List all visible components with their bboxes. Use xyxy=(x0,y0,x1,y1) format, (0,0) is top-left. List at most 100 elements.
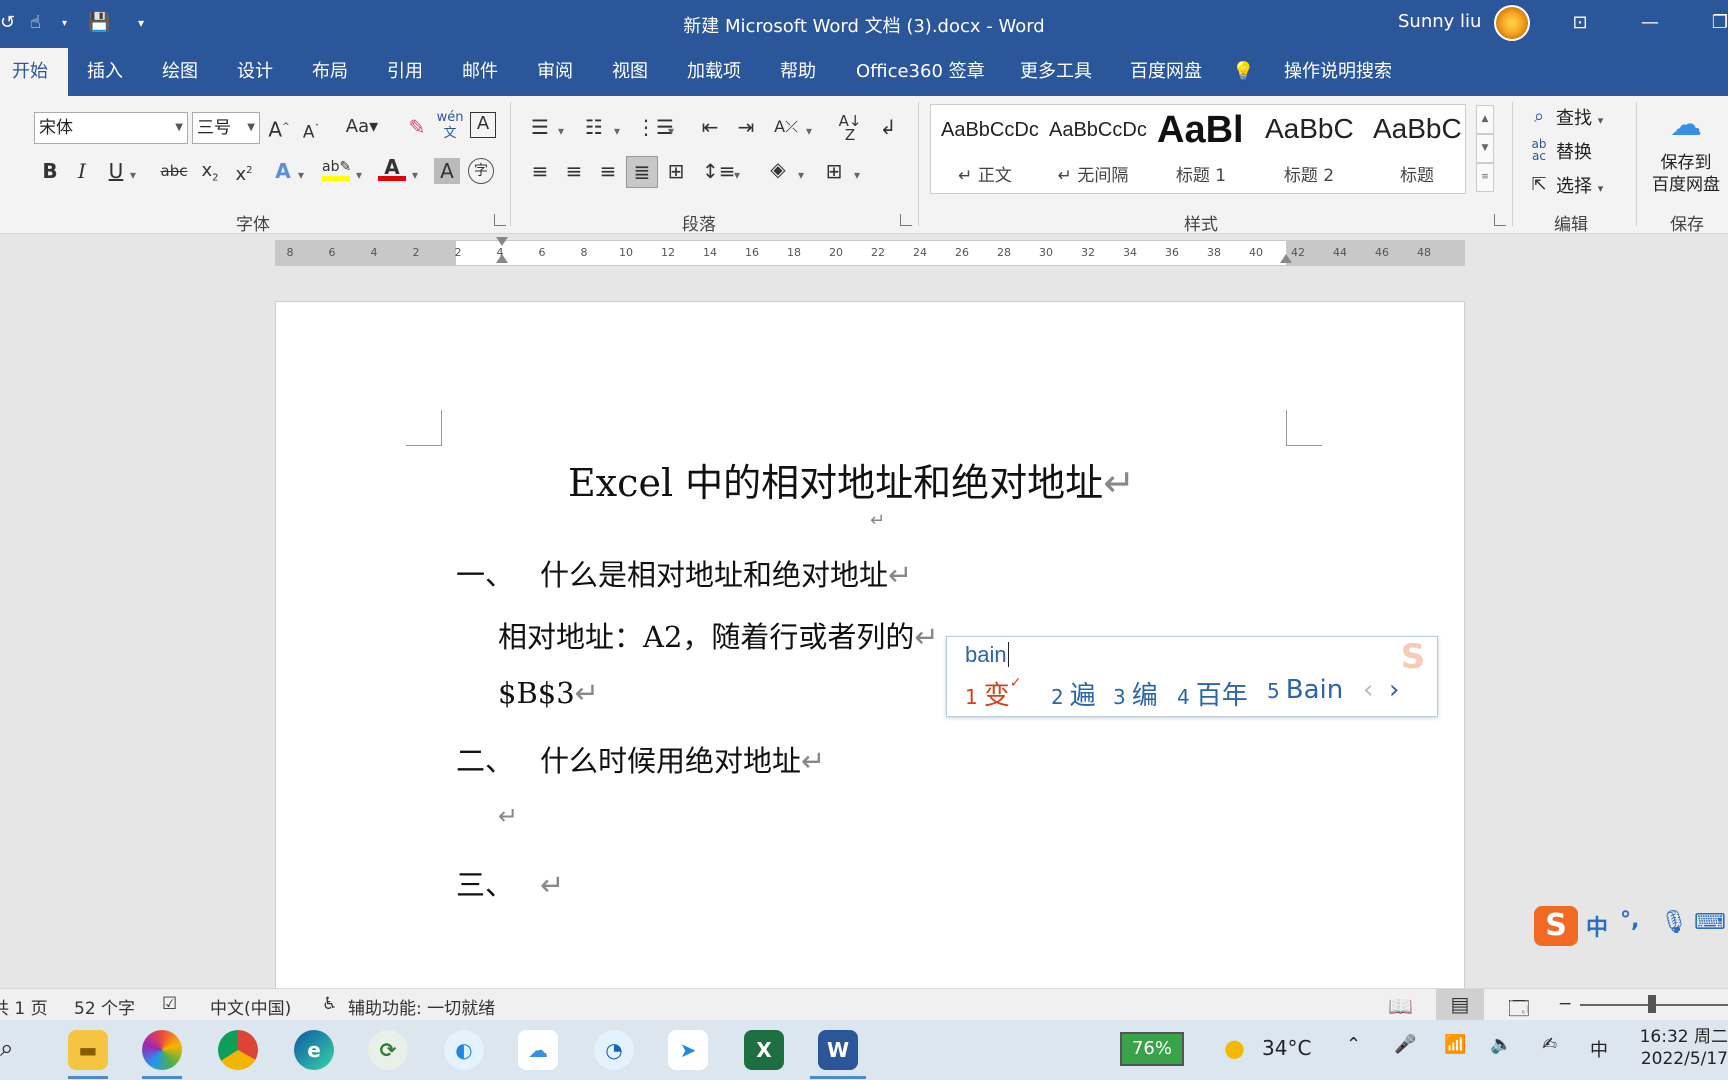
chevron-down-icon[interactable]: ▾ xyxy=(734,162,740,188)
tab-addins[interactable]: 加载项 xyxy=(675,48,753,96)
distributed-icon[interactable]: ⊞ xyxy=(662,158,690,184)
page-count[interactable]: 共 1 页 xyxy=(0,994,48,1019)
ime-candidate[interactable]: 2遍 xyxy=(1051,675,1096,712)
ime-punct-toggle[interactable]: °, xyxy=(1620,908,1639,933)
file-explorer-icon[interactable]: ▬ xyxy=(68,1030,108,1070)
tab-more-tools[interactable]: 更多工具 xyxy=(1008,48,1104,96)
align-right-icon[interactable]: ≡ xyxy=(594,158,622,184)
phonetic-guide-icon[interactable]: wén 文 xyxy=(436,110,464,142)
battery-indicator[interactable]: 76% xyxy=(1120,1032,1184,1066)
zoom-out-icon[interactable]: − xyxy=(1558,994,1572,1014)
numbering-icon[interactable]: ☷ xyxy=(580,114,608,140)
borders-icon[interactable]: ⊞ xyxy=(820,158,848,184)
chevron-down-icon[interactable]: ▾ xyxy=(798,162,804,188)
chevron-down-icon[interactable]: ▾ xyxy=(854,162,860,188)
zoom-slider-thumb[interactable] xyxy=(1648,995,1656,1013)
empty-paragraph[interactable]: ↵ xyxy=(870,510,885,531)
app-icon[interactable]: ◐ xyxy=(444,1030,484,1070)
volume-icon[interactable]: 🔈 xyxy=(1490,1034,1512,1055)
chrome-icon[interactable] xyxy=(218,1030,258,1070)
ime-prev-page-icon[interactable]: ‹ xyxy=(1363,675,1373,705)
body-paragraph[interactable]: 相对地址：A2，随着行或者列的↵ xyxy=(498,614,939,656)
styles-scroll-up-icon[interactable]: ▲ xyxy=(1476,105,1494,134)
clock[interactable]: 16:32 周二 2022/5/17 xyxy=(1636,1026,1728,1070)
tab-insert[interactable]: 插入 xyxy=(75,48,135,96)
microphone-icon[interactable]: 🎙 xyxy=(1660,910,1688,935)
tab-review[interactable]: 审阅 xyxy=(525,48,585,96)
sort-icon[interactable]: A↓ Z xyxy=(836,114,864,143)
chevron-up-icon[interactable]: ⌃ xyxy=(1346,1034,1361,1055)
chevron-down-icon[interactable]: ▾ xyxy=(356,162,362,188)
char-shading-icon[interactable]: A xyxy=(434,158,460,184)
enclose-char-icon[interactable]: 字 xyxy=(468,158,494,184)
highlight-icon[interactable]: ab✎ xyxy=(322,154,351,181)
tab-layout[interactable]: 布局 xyxy=(300,48,360,96)
accessibility-status[interactable]: 辅助功能: 一切就绪 xyxy=(348,994,495,1019)
ime-candidate[interactable]: 5 Bain xyxy=(1267,675,1343,705)
justify-icon[interactable]: ≣ xyxy=(626,156,658,188)
chevron-down-icon[interactable]: ▾ xyxy=(298,162,304,188)
wifi-icon[interactable]: 📶 xyxy=(1444,1034,1466,1055)
excel-icon[interactable]: X xyxy=(744,1030,784,1070)
paragraph-dialog-launcher-icon[interactable] xyxy=(900,214,912,226)
find-button[interactable]: 查找 ▾ xyxy=(1556,104,1603,130)
tab-design[interactable]: 设计 xyxy=(225,48,285,96)
align-center-icon[interactable]: ≡ xyxy=(560,158,588,184)
show-marks-icon[interactable]: ↲ xyxy=(874,114,902,140)
shrink-font-icon[interactable]: Aˇ xyxy=(298,116,324,146)
font-size-combo[interactable]: 三号 ▼ xyxy=(192,112,260,144)
grow-font-icon[interactable]: A^ xyxy=(266,114,292,143)
minimize-button[interactable]: — xyxy=(1630,8,1670,38)
read-mode-icon[interactable]: 📖 xyxy=(1388,994,1413,1018)
tab-draw[interactable]: 绘图 xyxy=(150,48,210,96)
edge-icon[interactable]: e xyxy=(294,1030,334,1070)
search-icon[interactable]: ⌕ xyxy=(0,1034,13,1062)
font-dialog-launcher-icon[interactable] xyxy=(494,214,506,226)
select-button[interactable]: 选择 ▾ xyxy=(1556,172,1603,198)
microphone-icon[interactable]: 🎤 xyxy=(1394,1034,1416,1055)
save-to-baidu-button[interactable]: 保存到 百度网盘 xyxy=(1644,152,1728,196)
chevron-down-icon[interactable]: ▾ xyxy=(558,118,564,144)
italic-icon[interactable]: I xyxy=(70,158,94,184)
chevron-down-icon[interactable]: ▾ xyxy=(668,118,674,144)
tab-home[interactable]: 开始 xyxy=(0,48,68,96)
first-line-indent-marker[interactable] xyxy=(496,237,508,246)
font-color-icon[interactable]: A xyxy=(378,154,406,181)
styles-more-icon[interactable]: ≡ xyxy=(1476,163,1494,192)
avatar[interactable] xyxy=(1494,5,1530,41)
list-item[interactable]: 二、 什么时候用绝对地址↵ xyxy=(456,738,825,780)
superscript-icon[interactable]: x2 xyxy=(230,158,258,188)
style-heading-2[interactable]: AaBbC 标题 2 xyxy=(1255,105,1363,195)
shading-icon[interactable]: ◈ xyxy=(764,156,792,182)
line-spacing-icon[interactable]: ↕≡ xyxy=(702,158,736,184)
list-item[interactable]: 一、 什么是相对地址和绝对地址↵ xyxy=(456,552,912,594)
styles-scroll-down-icon[interactable]: ▼ xyxy=(1476,134,1494,163)
ime-candidate[interactable]: 1 变✓ xyxy=(965,675,1021,712)
ime-lang-toggle[interactable]: 中 xyxy=(1586,910,1608,942)
weather-temp[interactable]: 34°C xyxy=(1262,1036,1311,1060)
bold-icon[interactable]: B xyxy=(38,158,62,184)
word-count[interactable]: 52 个字 xyxy=(74,994,135,1019)
increase-indent-icon[interactable]: ⇥ xyxy=(732,114,760,140)
input-language[interactable]: 中 xyxy=(1590,1036,1608,1062)
ime-next-page-icon[interactable]: › xyxy=(1389,675,1399,705)
chinese-layout-icon[interactable]: A⤫ xyxy=(772,114,800,140)
empty-paragraph[interactable]: ↵ xyxy=(498,802,518,830)
ribbon-display-options-icon[interactable]: ⊡ xyxy=(1560,8,1600,38)
align-left-icon[interactable]: ≡ xyxy=(526,158,554,184)
tab-mailings[interactable]: 邮件 xyxy=(450,48,510,96)
decrease-indent-icon[interactable]: ⇤ xyxy=(696,114,724,140)
baidu-netdisk-icon[interactable]: ☁ xyxy=(518,1030,558,1070)
horizontal-ruler[interactable]: 8 6 4 2 2 4 6 8 10 12 14 16 18 20 22 24 26 28 30 32 34 36 38 40… xyxy=(275,237,1465,266)
app-icon[interactable]: ⟳ xyxy=(368,1030,408,1070)
chevron-down-icon[interactable]: ▾ xyxy=(806,118,812,144)
pen-icon[interactable]: ✍ xyxy=(1542,1034,1557,1055)
ime-candidate[interactable]: 3编 xyxy=(1113,675,1158,712)
style-title[interactable]: AaBbC 标题 xyxy=(1363,105,1467,195)
chevron-down-icon[interactable]: ▼ xyxy=(175,113,183,143)
keyboard-icon[interactable]: ⌨ xyxy=(1694,910,1726,935)
app-icon[interactable] xyxy=(142,1030,182,1070)
subscript-icon[interactable]: x2 xyxy=(196,158,224,192)
app-icon[interactable]: ◔ xyxy=(594,1030,634,1070)
restore-button[interactable]: ❐ xyxy=(1700,8,1728,38)
